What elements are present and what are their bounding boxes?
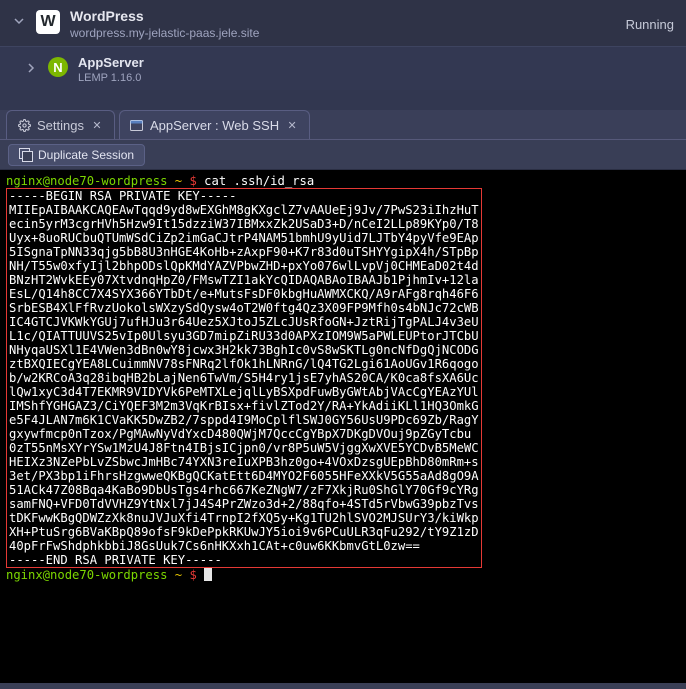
duplicate-session-label: Duplicate Session <box>38 148 134 162</box>
node-subtitle: LEMP 1.16.0 <box>78 72 674 84</box>
tab-webssh-label: AppServer : Web SSH <box>150 118 279 133</box>
terminal-prompt-path: ~ <box>167 174 189 188</box>
terminal-icon <box>130 118 144 132</box>
duplicate-session-button[interactable]: Duplicate Session <box>8 144 145 166</box>
duplicate-icon <box>19 148 32 161</box>
chevron-down-icon[interactable] <box>12 14 26 28</box>
gear-icon <box>17 118 31 132</box>
environment-hostname[interactable]: wordpress.my-jelastic-paas.jele.site <box>70 26 616 40</box>
spacer <box>0 90 686 110</box>
tab-settings-label: Settings <box>37 118 84 133</box>
terminal-command: cat .ssh/id_rsa <box>204 174 314 188</box>
environment-texts: WordPress wordpress.my-jelastic-paas.jel… <box>70 8 616 40</box>
chevron-right-icon[interactable] <box>24 61 38 75</box>
terminal-prompt-dollar: $ <box>189 568 204 582</box>
node-title: AppServer <box>78 55 674 70</box>
terminal-prompt-path: ~ <box>167 568 189 582</box>
terminal-prompt-dollar: $ <box>189 174 204 188</box>
tab-settings[interactable]: Settings ✕ <box>6 110 115 139</box>
terminal-output[interactable]: nginx@node70-wordpress ~ $ cat .ssh/id_r… <box>0 170 686 683</box>
terminal-prompt-user: nginx@node70-wordpress <box>6 174 167 188</box>
close-icon[interactable]: ✕ <box>285 118 299 132</box>
node-texts: AppServer LEMP 1.16.0 <box>78 55 674 84</box>
close-icon[interactable]: ✕ <box>90 118 104 132</box>
environment-title[interactable]: WordPress <box>70 8 616 24</box>
tab-strip: Settings ✕ AppServer : Web SSH ✕ <box>0 110 686 140</box>
nginx-icon: N <box>48 57 68 77</box>
node-row[interactable]: N AppServer LEMP 1.16.0 <box>0 47 686 90</box>
rsa-key-block: -----BEGIN RSA PRIVATE KEY----- MIIEpAIB… <box>6 188 482 568</box>
terminal-cursor <box>204 568 212 581</box>
terminal-prompt-user: nginx@node70-wordpress <box>6 568 167 582</box>
environment-header: W WordPress wordpress.my-jelastic-paas.j… <box>0 0 686 47</box>
ssh-toolbar: Duplicate Session <box>0 140 686 170</box>
environment-status: Running <box>626 17 674 32</box>
wordpress-icon: W <box>36 10 60 34</box>
tab-webssh[interactable]: AppServer : Web SSH ✕ <box>119 110 310 139</box>
